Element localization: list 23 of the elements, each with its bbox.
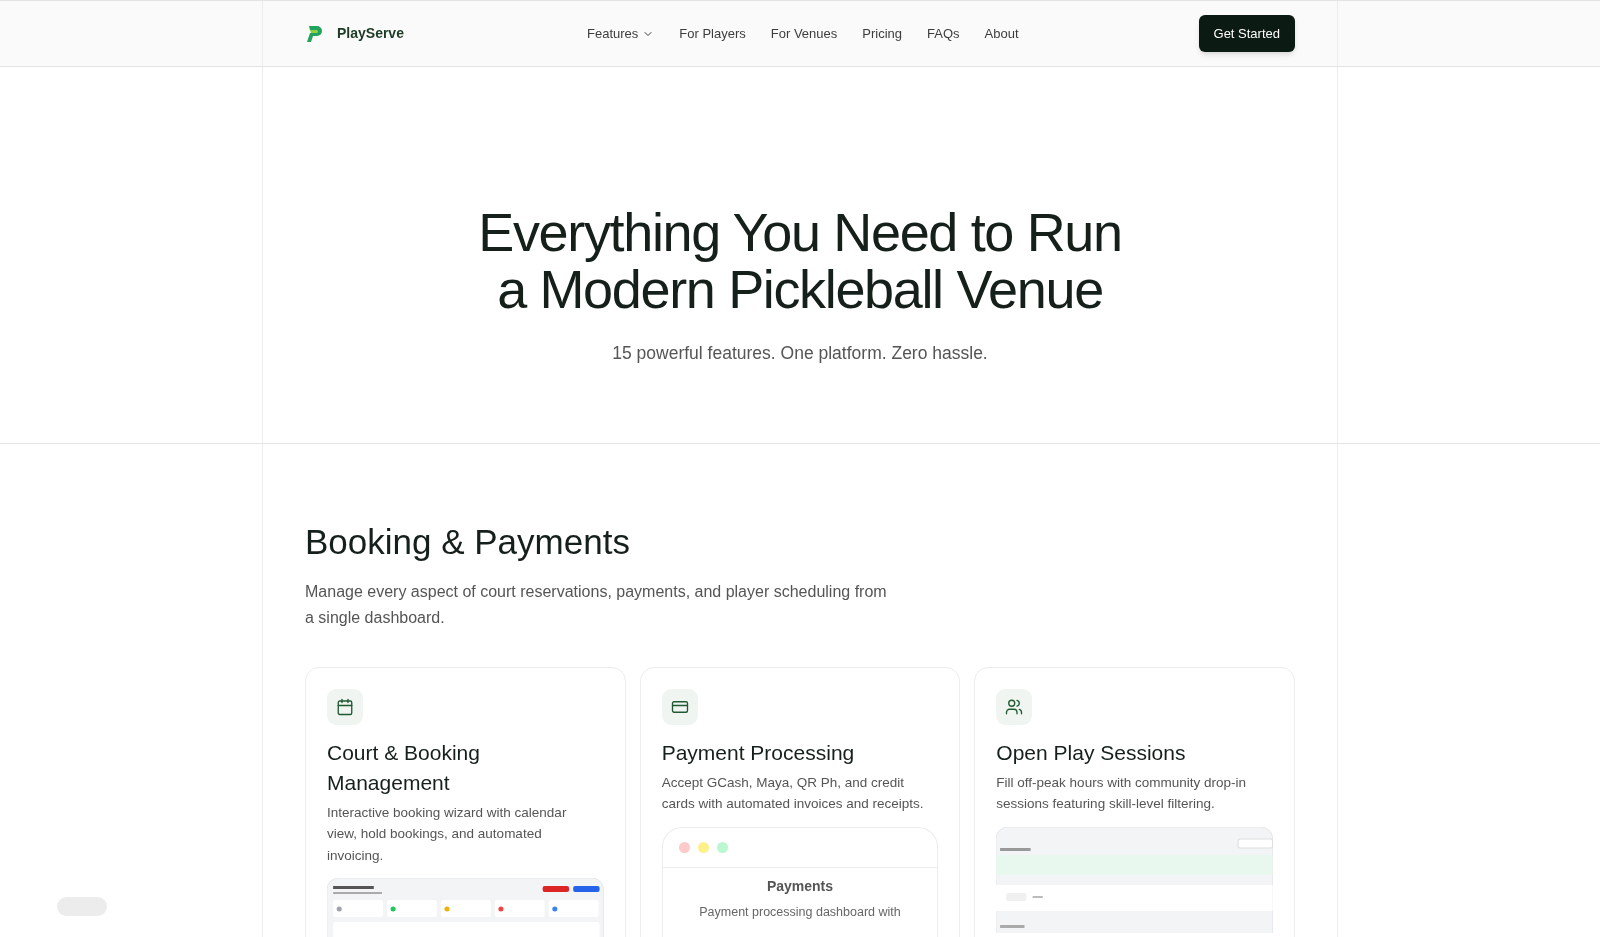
card-title: Open Play Sessions — [996, 739, 1187, 766]
logo-icon — [305, 23, 325, 44]
hero-subtitle: 15 powerful features. One platform. Zero hassle. — [612, 341, 988, 365]
nav-link[interactable]: Features — [587, 23, 655, 44]
calendar-icon — [336, 697, 354, 716]
hero-title-line: Everything You Need to Run — [478, 203, 1122, 261]
card-title: Court & Booking Management — [327, 739, 481, 796]
section-description: Manage every aspect of court reservations, payments, and player scheduling from a single dashboard. — [305, 581, 888, 628]
preview-caption: Payment processing dashboard with — [698, 903, 902, 921]
preview-title: Payments — [765, 876, 835, 896]
nav-link[interactable]: For Venues — [770, 23, 838, 44]
section-title: Booking & Payments — [305, 521, 631, 563]
nav-link[interactable]: FAQs — [927, 23, 960, 44]
card-description: Interactive booking wizard with calendar view, hold bookings, and automated invoicing. — [327, 803, 568, 865]
nav-link[interactable]: Pricing — [862, 23, 902, 44]
nav-link[interactable]: For Players — [679, 23, 746, 44]
get-started-button[interactable]: Get Started — [1198, 15, 1295, 52]
card-description: Accept GCash, Maya, QR Ph, and credit cards with automated invoices and receipts. — [661, 773, 925, 813]
brand-name: PlayServe — [337, 24, 404, 43]
card-title: Payment Processing — [661, 739, 856, 766]
nav-link[interactable]: About — [984, 23, 1019, 44]
users-icon — [1005, 697, 1024, 716]
card-description: Fill off-peak hours with community drop-in sessions featuring skill-level filtering. — [996, 773, 1247, 813]
